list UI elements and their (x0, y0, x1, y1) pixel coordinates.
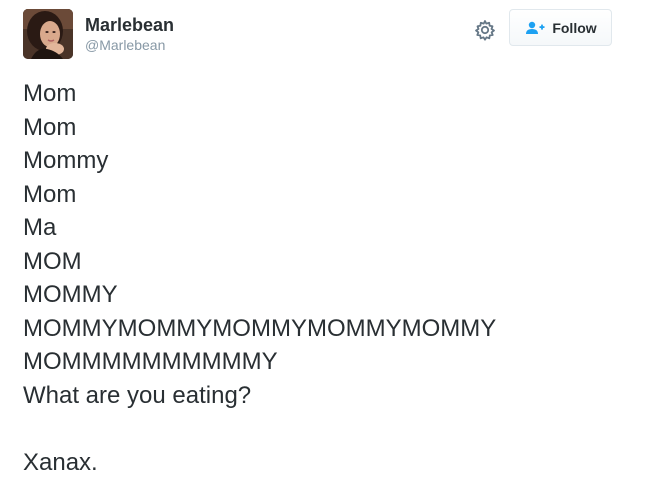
tweet-line: MOM (23, 247, 82, 275)
tweet-line: Mom (23, 80, 77, 107)
tweet-line: Mom (23, 113, 77, 141)
gear-icon[interactable] (473, 18, 497, 42)
person-plus-icon (526, 21, 545, 34)
avatar[interactable] (23, 9, 73, 59)
display-name[interactable]: Marlebean (85, 15, 174, 35)
tweet-line: Mommy (23, 147, 109, 174)
tweet-header: Marlebean @Marlebean Follow (23, 9, 623, 61)
tweet-card: Marlebean @Marlebean Follow Mom Mom Momm (0, 0, 648, 487)
tweet-line: MOMMY (23, 281, 118, 308)
follow-button[interactable]: Follow (509, 9, 612, 46)
user-names: Marlebean @Marlebean (85, 15, 174, 54)
follow-label: Follow (552, 19, 597, 36)
user-handle[interactable]: @Marlebean (85, 36, 174, 54)
tweet-line: MOMMMMMMMMMMY (23, 348, 278, 375)
tweet-line: What are you eating? (23, 381, 252, 409)
tweet-line: MOMMYMOMMYMOMMYMOMMYMOMMY (23, 314, 497, 342)
tweet-text: Mom Mom Mommy Mom Ma MOM MOMMY MOMMYMOMM… (23, 77, 633, 479)
tweet-line: Mom (23, 180, 77, 208)
tweet-line: Ma (23, 214, 57, 241)
tweet-line: Xanax. (23, 448, 98, 476)
avatar-image (23, 9, 73, 59)
